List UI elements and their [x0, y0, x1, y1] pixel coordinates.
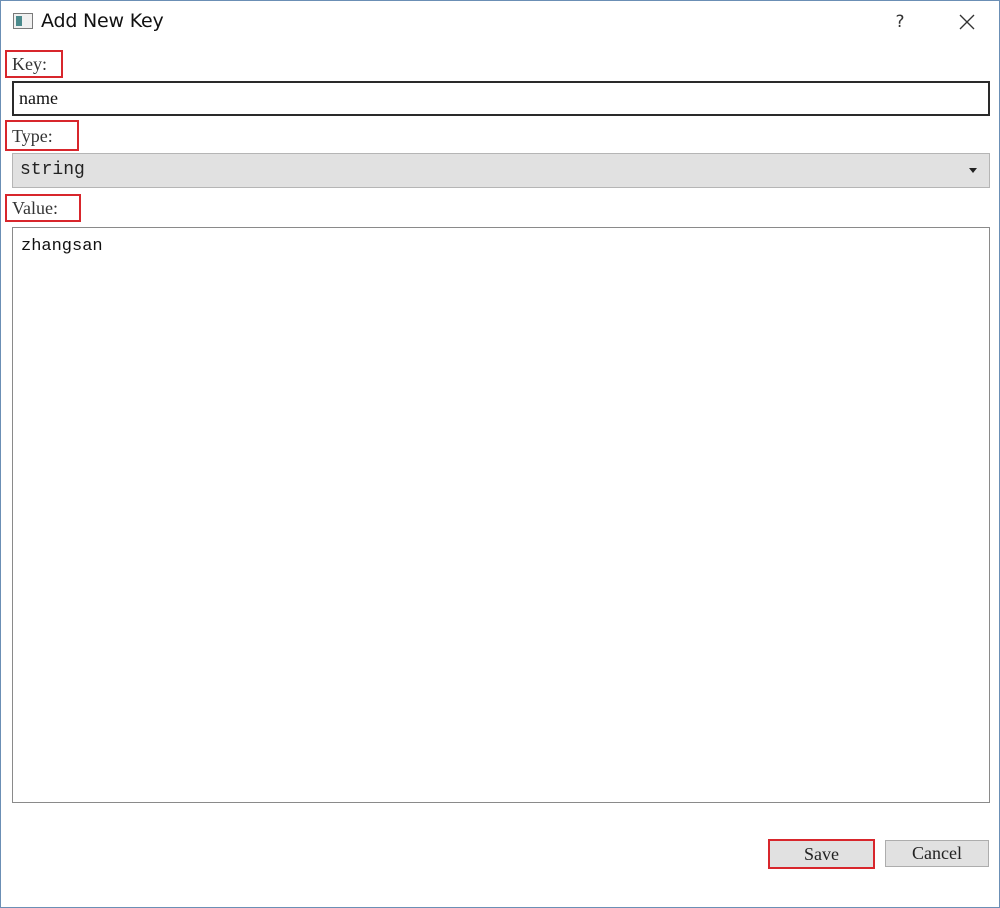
- key-label: Key:: [5, 50, 63, 78]
- help-button[interactable]: ?: [885, 9, 915, 35]
- value-label: Value:: [5, 194, 81, 222]
- dropdown-arrow-icon: [969, 168, 977, 173]
- type-label: Type:: [5, 120, 79, 151]
- key-input[interactable]: [12, 81, 990, 116]
- close-icon: [959, 14, 975, 30]
- add-new-key-dialog: Add New Key ? Key: Type: string Value: z…: [0, 0, 1000, 908]
- cancel-button[interactable]: Cancel: [885, 840, 989, 867]
- save-button[interactable]: Save: [768, 839, 875, 869]
- title-bar[interactable]: Add New Key ?: [1, 1, 999, 43]
- dialog-title: Add New Key: [41, 10, 164, 32]
- app-window-icon: [13, 13, 33, 29]
- value-textarea[interactable]: zhangsan: [12, 227, 990, 803]
- type-selected-value: string: [20, 160, 85, 180]
- close-button[interactable]: [949, 7, 985, 37]
- type-select[interactable]: string: [12, 153, 990, 188]
